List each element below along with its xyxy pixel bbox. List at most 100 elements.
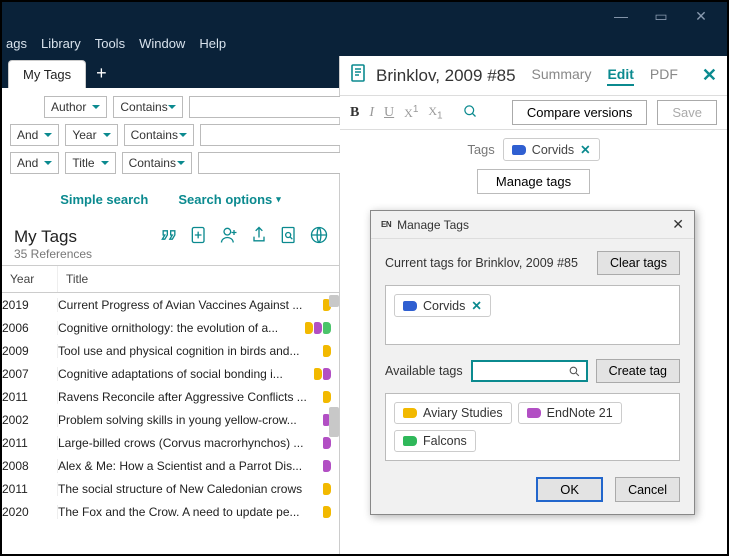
tag-indicator — [323, 460, 331, 472]
subscript-button[interactable]: X1 — [428, 104, 442, 121]
ok-button[interactable]: OK — [536, 477, 603, 502]
table-row[interactable]: 2011The social structure of New Caledoni… — [2, 477, 339, 500]
tag-chip[interactable]: Aviary Studies — [394, 402, 512, 424]
field-select-1[interactable]: Year — [65, 124, 117, 146]
current-tags-box: Corvids ✕ — [385, 285, 680, 345]
superscript-button[interactable]: X1 — [404, 104, 418, 121]
cell-title: Cognitive adaptations of social bonding … — [58, 367, 339, 381]
bold-button[interactable]: B — [350, 105, 359, 121]
op-select-0[interactable]: Contains — [113, 96, 183, 118]
menu-tags[interactable]: ags — [6, 36, 27, 51]
field-select-0[interactable]: Author — [44, 96, 107, 118]
tab-pdf[interactable]: PDF — [650, 66, 678, 86]
menu-tools[interactable]: Tools — [95, 36, 125, 51]
cell-title: Large-billed crows (Corvus macrorhynchos… — [58, 436, 339, 450]
search-builder: Author Contains And Year Contains And Ti… — [2, 88, 339, 182]
tag-chip-corvids[interactable]: Corvids ✕ — [503, 138, 600, 161]
compare-versions-button[interactable]: Compare versions — [512, 100, 648, 125]
col-year[interactable]: Year — [2, 266, 58, 292]
table-row[interactable]: 2011Large-billed crows (Corvus macrorhyn… — [2, 431, 339, 454]
scrollbar-thumb[interactable] — [329, 407, 339, 437]
tag-indicator — [323, 391, 331, 403]
search-icon[interactable] — [463, 104, 478, 122]
add-user-icon[interactable] — [219, 225, 239, 245]
cancel-button[interactable]: Cancel — [615, 477, 680, 502]
close-window-button[interactable]: ✕ — [681, 2, 721, 30]
quote-icon[interactable] — [159, 225, 179, 245]
simple-search-link[interactable]: Simple search — [60, 192, 148, 207]
tab-summary[interactable]: Summary — [532, 66, 592, 86]
endnote-logo-icon: EN — [381, 220, 391, 229]
clear-tags-button[interactable]: Clear tags — [597, 251, 680, 275]
cell-year: 2011 — [2, 390, 58, 404]
cell-title: Current Progress of Avian Vaccines Again… — [58, 298, 339, 312]
create-tag-button[interactable]: Create tag — [596, 359, 680, 383]
menu-library[interactable]: Library — [41, 36, 81, 51]
table-row[interactable]: 2008Alex & Me: How a Scientist and a Par… — [2, 454, 339, 477]
tag-search-input[interactable] — [471, 360, 588, 382]
add-tab-button[interactable]: + — [86, 59, 117, 88]
reference-icon — [350, 64, 366, 87]
table-row[interactable]: 2002Problem solving skills in young yell… — [2, 408, 339, 431]
menu-help[interactable]: Help — [199, 36, 226, 51]
cell-year: 2019 — [2, 298, 58, 312]
col-title[interactable]: Title — [58, 266, 339, 292]
bool-select-1[interactable]: And — [10, 124, 59, 146]
menu-window[interactable]: Window — [139, 36, 185, 51]
minimize-button[interactable]: — — [601, 2, 641, 30]
tag-swatch — [403, 301, 417, 311]
tag-swatch — [403, 408, 417, 418]
remove-tag-icon[interactable]: ✕ — [580, 142, 590, 157]
tag-indicator — [323, 506, 331, 518]
tag-chip[interactable]: Falcons — [394, 430, 476, 452]
op-select-2[interactable]: Contains — [122, 152, 192, 174]
tab-strip: My Tags + — [2, 56, 339, 88]
tag-indicator — [314, 368, 322, 380]
tag-indicator — [305, 322, 313, 334]
table-row[interactable]: 2019Current Progress of Avian Vaccines A… — [2, 293, 339, 316]
maximize-button[interactable]: ▭ — [641, 2, 681, 30]
op-select-1[interactable]: Contains — [124, 124, 194, 146]
tag-indicator — [323, 368, 331, 380]
tag-chip[interactable]: EndNote 21 — [518, 402, 622, 424]
cell-title: Tool use and physical cognition in birds… — [58, 344, 339, 358]
table-row[interactable]: 2007Cognitive adaptations of social bond… — [2, 362, 339, 385]
cell-title: Problem solving skills in young yellow-c… — [58, 413, 339, 427]
search-options-link[interactable]: Search options ▾ — [178, 192, 280, 207]
tab-edit[interactable]: Edit — [607, 66, 633, 86]
italic-button[interactable]: I — [369, 105, 374, 121]
table-row[interactable]: 2020The Fox and the Crow. A need to upda… — [2, 500, 339, 523]
reference-count: 35 References — [14, 247, 327, 261]
dialog-title: Manage Tags — [397, 218, 469, 232]
tag-indicator — [323, 483, 331, 495]
find-text-icon[interactable] — [279, 225, 299, 245]
table-row[interactable]: 2011Ravens Reconcile after Aggressive Co… — [2, 385, 339, 408]
table-row[interactable]: 2006Cognitive ornithology: the evolution… — [2, 316, 339, 339]
manage-tags-button[interactable]: Manage tags — [477, 169, 590, 194]
tag-indicator — [314, 322, 322, 334]
field-select-2[interactable]: Title — [65, 152, 115, 174]
tag-chip-label: Corvids — [423, 299, 465, 313]
web-icon[interactable] — [309, 225, 329, 245]
save-button[interactable]: Save — [657, 100, 717, 125]
cell-year: 2011 — [2, 482, 58, 496]
search-value-0[interactable] — [189, 96, 354, 118]
close-reference-button[interactable]: ✕ — [702, 65, 717, 86]
window-titlebar: — ▭ ✕ — [2, 2, 727, 30]
tag-indicator — [323, 322, 331, 334]
close-dialog-button[interactable]: ✕ — [672, 216, 684, 233]
cell-title: Cognitive ornithology: the evolution of … — [58, 321, 339, 335]
scrollbar-thumb[interactable] — [329, 295, 339, 307]
remove-tag-icon[interactable]: ✕ — [471, 298, 481, 313]
table-row[interactable]: 2009Tool use and physical cognition in b… — [2, 339, 339, 362]
tab-my-tags[interactable]: My Tags — [8, 60, 86, 88]
search-value-2[interactable] — [198, 152, 363, 174]
tag-chip[interactable]: Corvids ✕ — [394, 294, 491, 317]
share-icon[interactable] — [249, 225, 269, 245]
underline-button[interactable]: U — [384, 105, 394, 121]
tag-chip-label: Falcons — [423, 434, 467, 448]
tag-chip-label: Aviary Studies — [423, 406, 503, 420]
bool-select-2[interactable]: And — [10, 152, 59, 174]
add-reference-icon[interactable] — [189, 225, 209, 245]
available-tags-label: Available tags — [385, 364, 463, 378]
